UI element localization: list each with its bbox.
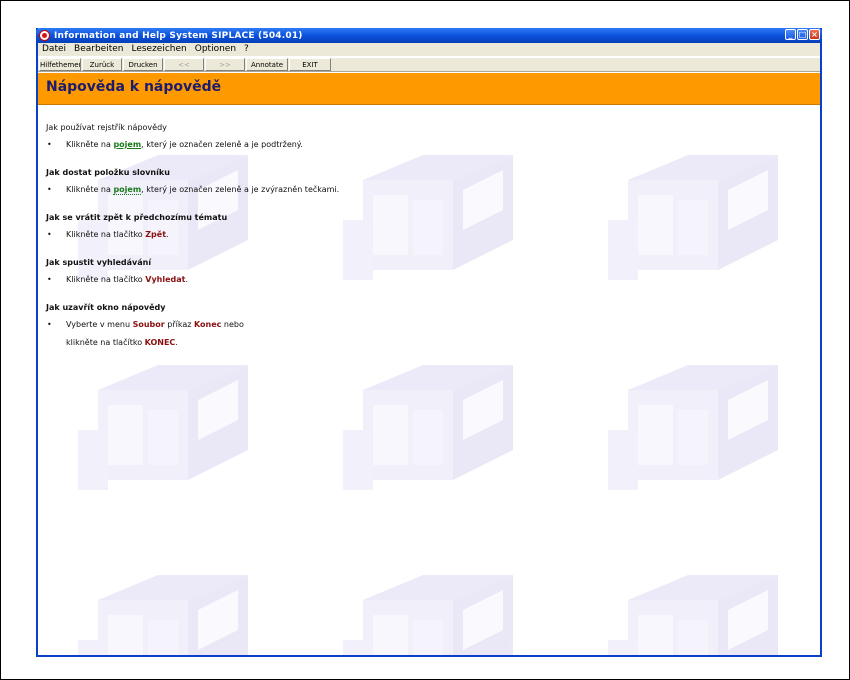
bullet: •: [47, 320, 52, 329]
bullet: •: [47, 230, 52, 239]
window-controls: _ □ ×: [785, 29, 820, 40]
text: .: [166, 230, 169, 239]
keyword-konec: Konec: [193, 320, 222, 329]
bullet: •: [47, 140, 52, 149]
toolbar: Hilfethemen Zurück Drucken << >> Annotat…: [38, 57, 820, 72]
text: Klikněte na tlačítko: [66, 275, 146, 284]
previous-button[interactable]: <<: [164, 58, 204, 71]
pojem-link[interactable]: pojem: [113, 140, 141, 149]
window-title: Information and Help System SIPLACE (504…: [54, 30, 303, 41]
hilfethemen-button[interactable]: Hilfethemen: [39, 58, 81, 71]
section-close: Jak uzavřít okno nápovědy • Vyberte v me…: [46, 302, 806, 348]
menu-bar: Datei Bearbeiten Lesezeichen Optionen ?: [38, 43, 820, 56]
keyword-konec-button: KONEC: [144, 338, 176, 347]
text: nebo: [221, 320, 244, 329]
list-item-continuation: klikněte na tlačítko KONEC.: [46, 337, 806, 348]
minimize-icon[interactable]: _: [785, 29, 796, 40]
text: .: [185, 275, 189, 284]
help-text: Jak používat rejstřík nápovědy • Kliknět…: [46, 122, 806, 348]
section-index: Jak používat rejstřík nápovědy • Kliknět…: [46, 122, 806, 150]
list-item: • Klikněte na tlačítko Zpět.: [46, 229, 806, 240]
list-item: • Klikněte na pojem, který je označen ze…: [46, 139, 806, 150]
list-item: • Klikněte na pojem, který je označen ze…: [46, 184, 806, 195]
text: Klikněte na: [66, 140, 114, 149]
text: .: [175, 338, 178, 347]
bullet-spacer: [46, 337, 66, 348]
section-glossary: Jak dostat položku slovníku • Klikněte n…: [46, 167, 806, 195]
machine-watermark: [608, 365, 778, 490]
machine-watermark: [608, 575, 778, 655]
annotate-button[interactable]: Annotate: [246, 58, 288, 71]
menu-optionen[interactable]: Optionen: [191, 43, 240, 56]
menu-help[interactable]: ?: [240, 43, 253, 56]
section-heading: Jak uzavřít okno nápovědy: [46, 303, 166, 312]
text: Klikněte na tlačítko: [66, 230, 146, 239]
next-button[interactable]: >>: [205, 58, 245, 71]
menu-datei[interactable]: Datei: [38, 43, 70, 56]
pojem-glossary-link[interactable]: pojem: [113, 185, 142, 195]
text: , který je označen zeleně a je zvýrazněn…: [141, 185, 340, 194]
menu-bearbeiten[interactable]: Bearbeiten: [70, 43, 127, 56]
machine-watermark: [343, 575, 513, 655]
exit-button[interactable]: EXIT: [289, 58, 331, 71]
section-heading: Jak používat rejstřík nápovědy: [46, 123, 167, 132]
list-item: • Vyberte v menu Soubor příkaz Konec neb…: [46, 319, 806, 330]
section-back: Jak se vrátit zpět k předchozímu tématu …: [46, 212, 806, 240]
section-heading: Jak se vrátit zpět k předchozímu tématu: [46, 213, 228, 222]
maximize-icon[interactable]: □: [797, 29, 808, 40]
machine-watermark: [78, 365, 248, 490]
page-title: Nápověda k nápovědě: [46, 79, 222, 95]
keyword-soubor: Soubor: [132, 320, 165, 329]
app-icon[interactable]: [39, 30, 50, 41]
text: příkaz: [164, 320, 194, 329]
bullet: •: [47, 275, 52, 284]
text: Vyberte v menu: [66, 320, 133, 329]
keyword-vyhledat: Vyhledat: [145, 275, 186, 284]
header-band: Nápověda k nápovědě: [38, 73, 820, 105]
bullet: •: [47, 185, 52, 194]
section-search: Jak spustit vyhledávání • Klikněte na tl…: [46, 257, 806, 285]
help-window: Information and Help System SIPLACE (504…: [36, 28, 822, 657]
list-item: • Klikněte na tlačítko Vyhledat.: [46, 274, 806, 285]
text: Klikněte na: [66, 185, 114, 194]
machine-watermark: [343, 365, 513, 490]
title-bar[interactable]: Information and Help System SIPLACE (504…: [36, 28, 822, 43]
machine-watermark: [78, 575, 248, 655]
content-area[interactable]: Jak používat rejstřík nápovědy • Kliknět…: [38, 105, 820, 655]
print-button[interactable]: Drucken: [123, 58, 163, 71]
menu-lesezeichen[interactable]: Lesezeichen: [127, 43, 190, 56]
keyword-zpet: Zpět: [145, 230, 167, 239]
section-heading: Jak dostat položku slovníku: [46, 168, 170, 177]
close-icon[interactable]: ×: [809, 29, 820, 40]
text: , který je označen zeleně a je podtržený…: [141, 140, 303, 149]
text: klikněte na tlačítko: [66, 338, 145, 347]
section-heading: Jak spustit vyhledávání: [46, 258, 152, 267]
back-button[interactable]: Zurück: [82, 58, 122, 71]
